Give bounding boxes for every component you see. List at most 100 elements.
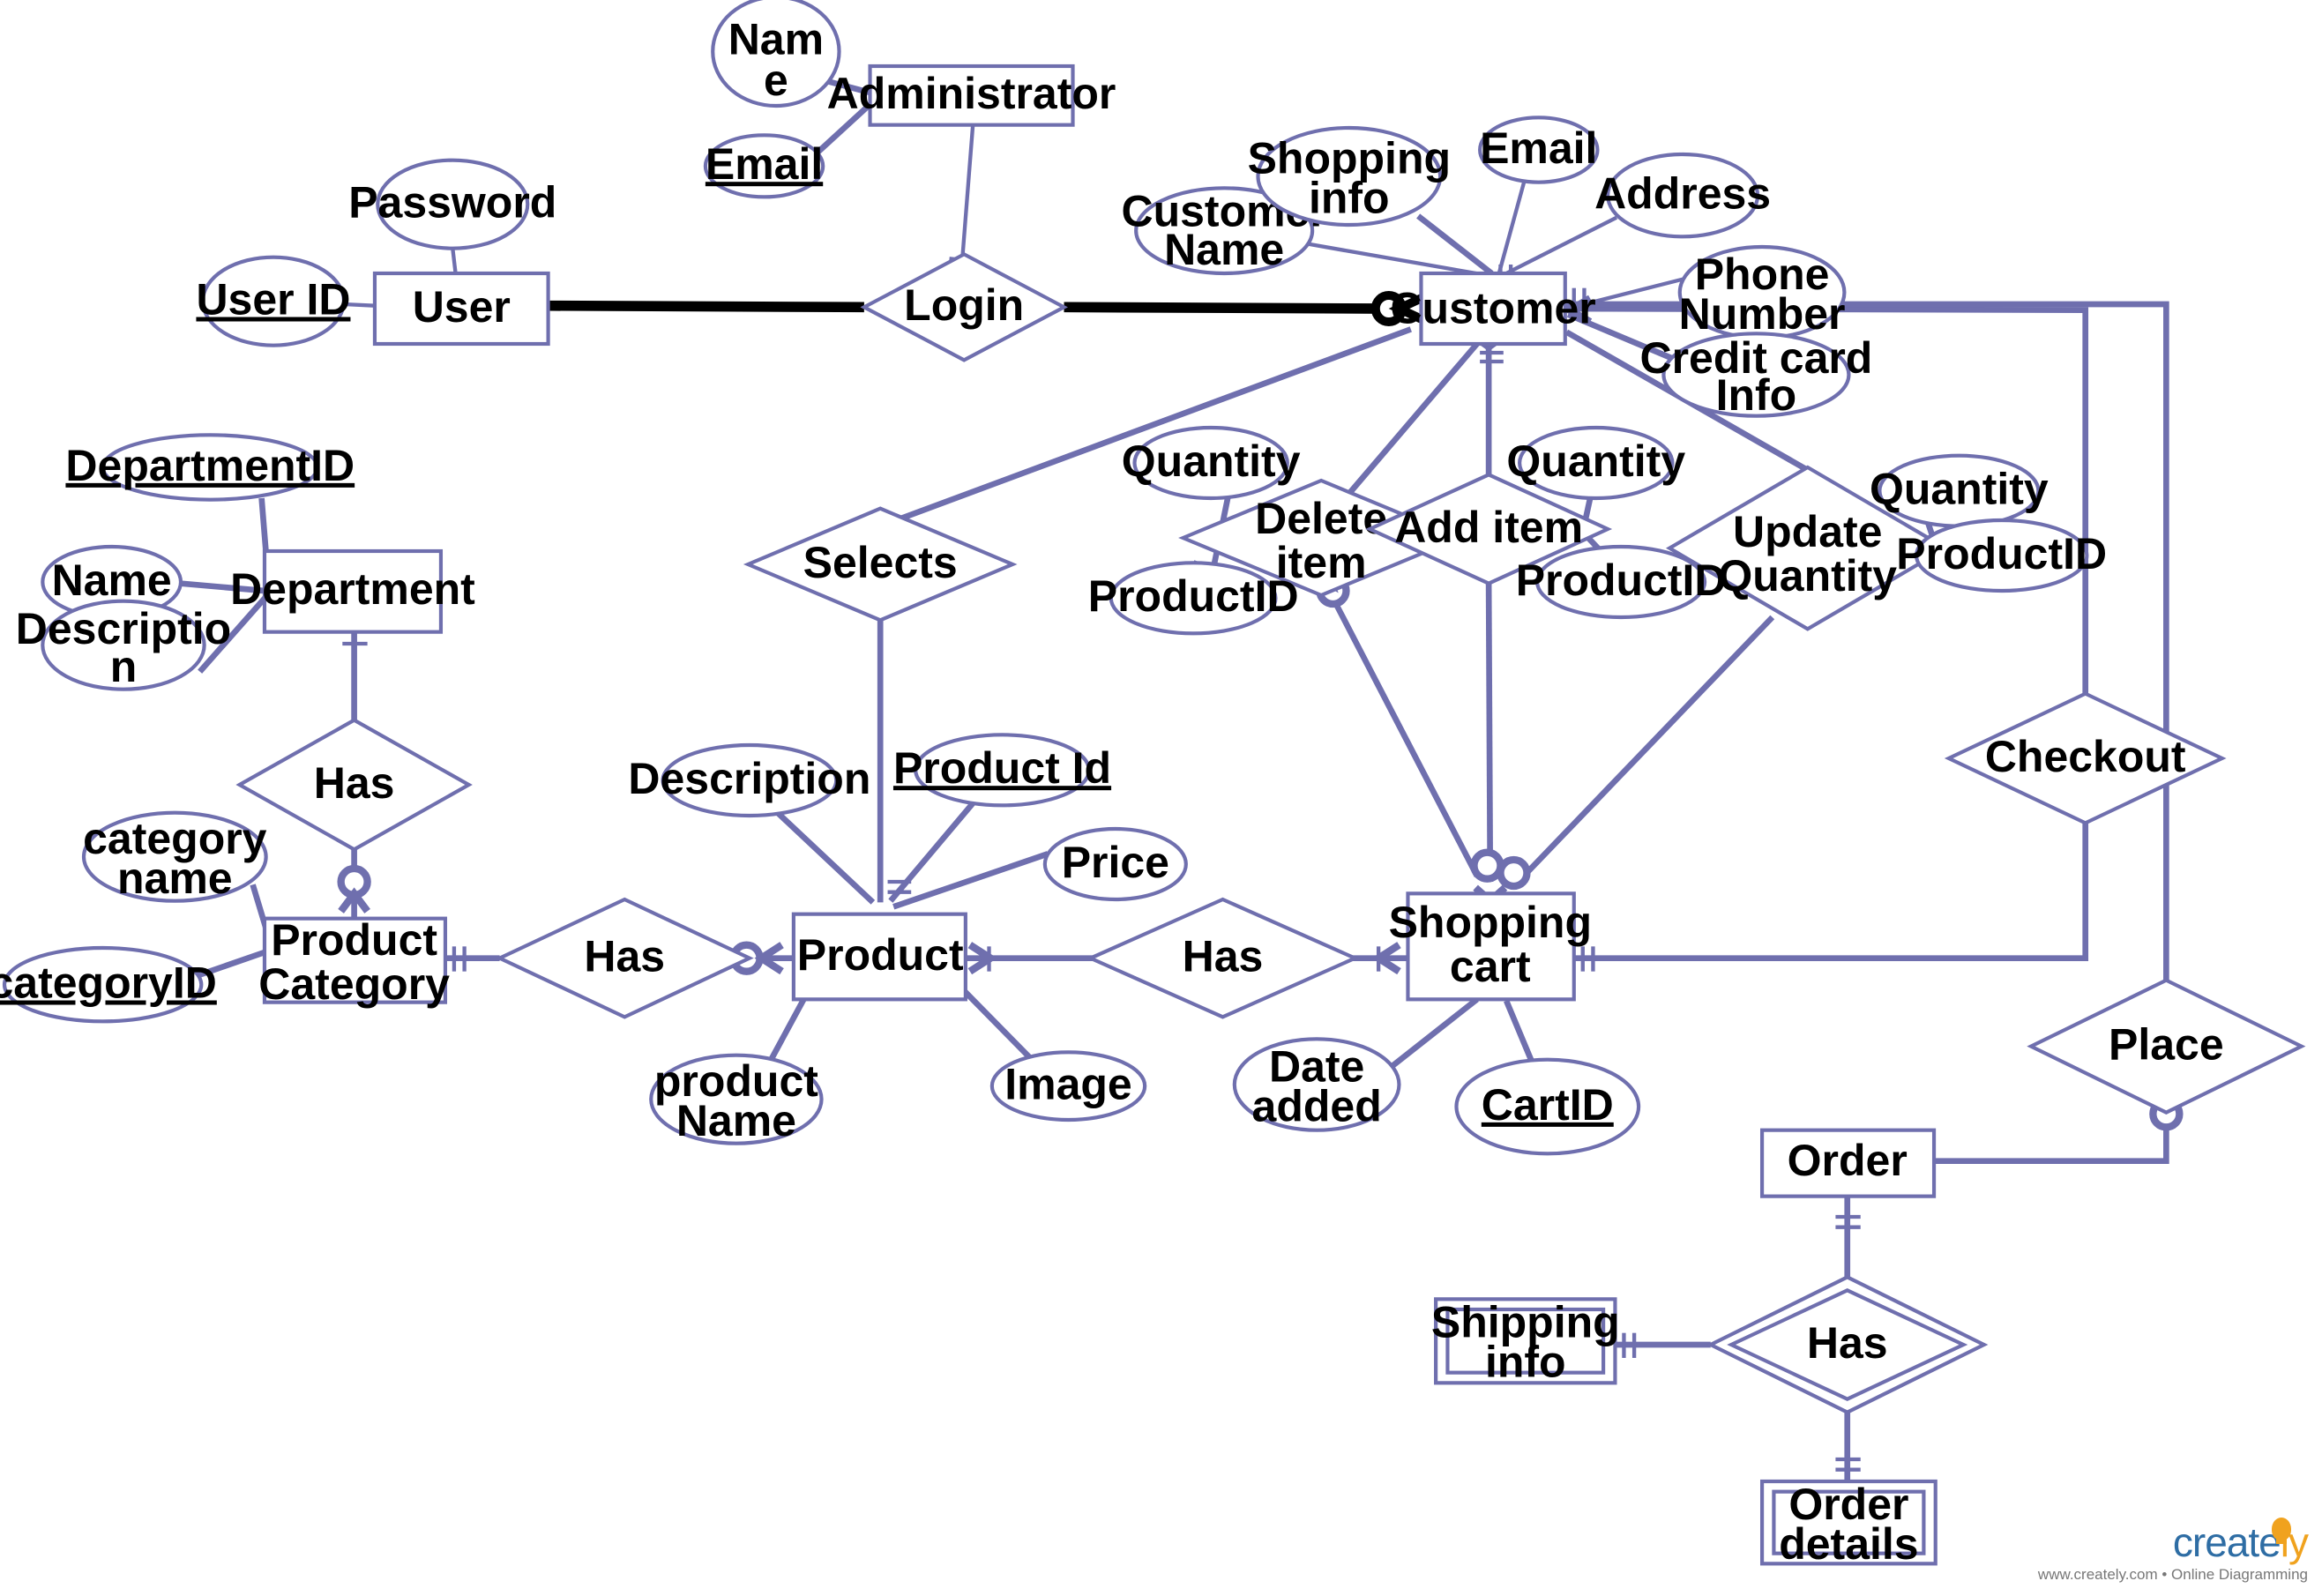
attribute-delete-quantity[interactable]: Quantity xyxy=(1122,425,1301,501)
entity-product-label: Product xyxy=(797,930,964,980)
attribute-image-label: Image xyxy=(1004,1060,1131,1109)
attribute-category-id-label: categoryID xyxy=(0,958,217,1008)
entity-shopping-cart[interactable]: Shopping cart xyxy=(1389,891,1592,1002)
attribute-delete-quantity-label: Quantity xyxy=(1122,436,1301,486)
entity-user[interactable]: User xyxy=(372,271,550,347)
attribute-credit-card-info-label-line2: Info xyxy=(1716,370,1797,420)
attribute-delete-productid-label: ProductID xyxy=(1088,571,1299,621)
attribute-update-quantity-attr[interactable]: Quantity xyxy=(1870,453,2049,528)
attribute-password-label: Password xyxy=(348,178,556,227)
attribute-customer-name-label-line2: Name xyxy=(1164,225,1284,274)
attribute-product-name-label-line2: Name xyxy=(676,1096,796,1145)
er-diagram-svg: Login Selects Delete item Add item Updat… xyxy=(0,0,2306,1569)
entity-department[interactable]: Department xyxy=(230,548,475,634)
attribute-department-id-label: DepartmentID xyxy=(65,441,355,490)
entity-customer-label: Customer xyxy=(1390,284,1595,333)
relationship-checkout[interactable]: Checkout xyxy=(1944,691,2227,825)
conn-password-user xyxy=(451,248,458,274)
attribute-administrator-email-label: Email xyxy=(706,139,823,189)
attribute-cart-id[interactable]: CartID xyxy=(1454,1057,1641,1156)
attribute-department-name-label: Name xyxy=(52,556,172,605)
entity-administrator-label: Administrator xyxy=(827,69,1116,118)
entity-product[interactable]: Product xyxy=(791,912,967,1002)
attribute-customer-email[interactable]: Email xyxy=(1478,116,1600,184)
entity-administrator[interactable]: Administrator xyxy=(827,63,1116,127)
attribute-address-label: Address xyxy=(1594,169,1771,219)
creately-logo-part1: create xyxy=(2172,1519,2281,1565)
entity-order-details-weak[interactable]: Order details xyxy=(1759,1479,1937,1569)
creately-tagline: www.creately.com • Online Diagramming xyxy=(2037,1566,2308,1583)
attribute-product-id-label: Product Id xyxy=(893,743,1111,793)
relationship-checkout-label: Checkout xyxy=(1985,732,2186,781)
entity-shopping-cart-label-line1: Shopping xyxy=(1389,898,1592,947)
conn-place-order xyxy=(1934,1112,2169,1164)
attribute-image[interactable]: Image xyxy=(989,1050,1147,1122)
attribute-category-name-label-line2: name xyxy=(117,854,233,903)
attribute-date-added[interactable]: Date added xyxy=(1232,1037,1401,1132)
attribute-administrator-email[interactable]: Email xyxy=(703,133,825,199)
relationship-has-order-label: Has xyxy=(1807,1318,1888,1368)
entity-shopping-cart-label-line2: cart xyxy=(1450,942,1531,991)
attribute-add-productid-label: ProductID xyxy=(1516,556,1727,605)
entity-order-label: Order xyxy=(1788,1136,1908,1185)
attribute-category-name[interactable]: category name xyxy=(81,810,268,904)
attribute-phone-number-label-line2: Number xyxy=(1679,289,1846,339)
notation-cart-zero-left xyxy=(1470,848,1504,883)
conn-price-product xyxy=(892,851,1049,910)
attribute-product-id[interactable]: Product Id xyxy=(893,733,1111,808)
conn-shoppingcart-checkout xyxy=(1573,823,2089,961)
entity-shipping-info-weak[interactable]: Shipping info xyxy=(1431,1297,1620,1387)
attribute-cart-id-label: CartID xyxy=(1482,1080,1614,1130)
attribute-credit-card-info[interactable]: Credit card Info xyxy=(1639,332,1872,420)
entity-order[interactable]: Order xyxy=(1759,1128,1937,1198)
relationship-update-quantity-label-line1: Update xyxy=(1733,507,1882,556)
attribute-department-id[interactable]: DepartmentID xyxy=(65,433,355,502)
conn-address-customer xyxy=(1502,215,1618,277)
conn-user-login xyxy=(548,300,864,313)
creately-watermark: create ly www.creately.com • Online Diagr… xyxy=(2037,1518,2309,1584)
entity-order-details-label-line2: details xyxy=(1779,1519,1918,1569)
relationship-login-label: Login xyxy=(904,280,1024,330)
attribute-price[interactable]: Price xyxy=(1042,826,1188,902)
relationship-has-prod-cart-label: Has xyxy=(1183,932,1264,981)
entity-product-category[interactable]: Product Category xyxy=(258,915,450,1009)
relationship-shapes: Login Selects Delete item Add item Updat… xyxy=(235,251,2306,1414)
attribute-administrator-name-label-line2: e xyxy=(764,56,788,105)
entity-customer[interactable]: Customer xyxy=(1390,271,1596,347)
attribute-department-description[interactable]: Descriptio n xyxy=(16,599,231,692)
attribute-administrator-name[interactable]: Nam e xyxy=(711,0,841,108)
relationship-selects[interactable]: Selects xyxy=(743,506,1018,623)
relationship-has-order-identifying[interactable]: Has xyxy=(1706,1275,1989,1414)
relationship-delete-item-label-line1: Delete xyxy=(1255,494,1387,543)
er-diagram-canvas: Login Selects Delete item Add item Updat… xyxy=(0,0,2322,1596)
attribute-product-name[interactable]: product Name xyxy=(649,1053,824,1146)
relationship-has-dept-cat-label: Has xyxy=(314,758,395,808)
entity-product-category-label-line2: Category xyxy=(258,959,450,1009)
entity-user-label: User xyxy=(413,282,511,332)
attribute-phone-number[interactable]: Phone Number xyxy=(1677,244,1847,340)
entity-shipping-info-label-line2: info xyxy=(1485,1338,1566,1387)
attribute-date-added-label-line2: added xyxy=(1252,1082,1382,1131)
relationship-selects-label: Selects xyxy=(803,538,958,587)
attribute-department-description-label-line2: n xyxy=(110,642,138,691)
attribute-password[interactable]: Password xyxy=(348,158,556,250)
conn-customer-deleteitem xyxy=(1345,341,1480,497)
relationship-has-department-category[interactable]: Has xyxy=(235,718,473,852)
attribute-product-description[interactable]: Description xyxy=(628,742,870,818)
attribute-address[interactable]: Address xyxy=(1594,152,1771,239)
attribute-add-productid[interactable]: ProductID xyxy=(1516,544,1727,620)
relationship-has-product-cart[interactable]: Has xyxy=(1086,897,1360,1019)
attribute-category-id[interactable]: categoryID xyxy=(0,945,217,1024)
relationship-login[interactable]: Login xyxy=(860,251,1068,362)
relationship-has-category-product[interactable]: Has xyxy=(495,897,754,1019)
attribute-update-productid-label: ProductID xyxy=(1896,529,2107,578)
relationship-place[interactable]: Place xyxy=(2027,978,2306,1115)
conn-login-customer xyxy=(1064,302,1382,314)
attribute-user-id[interactable]: User ID xyxy=(196,255,350,347)
attribute-delete-productid[interactable]: ProductID xyxy=(1088,561,1299,636)
conn-proddesc-product xyxy=(773,809,876,905)
relationship-add-item-label: Add item xyxy=(1394,503,1583,552)
attribute-update-productid[interactable]: ProductID xyxy=(1896,518,2107,593)
attribute-add-quantity[interactable]: Quantity xyxy=(1506,425,1685,501)
conn-admin-login xyxy=(960,124,975,257)
